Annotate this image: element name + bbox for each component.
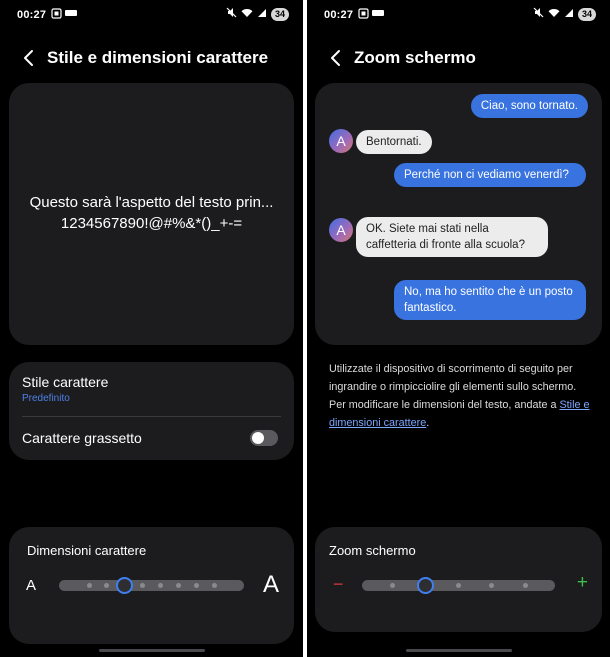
zoom-description-end: . (426, 417, 430, 429)
slider-step-dot (86, 583, 92, 588)
font-size-slider[interactable] (59, 577, 244, 594)
status-icons: 34 (533, 7, 596, 21)
avatar: A (329, 129, 353, 153)
divider (22, 416, 281, 417)
screen-zoom-card: Zoom schermo − + (315, 527, 602, 632)
toggle-knob (252, 432, 264, 444)
page-title: Zoom schermo (354, 48, 476, 67)
status-bar: 00:27 34 (0, 0, 303, 32)
smaller-font-label: A (26, 577, 37, 594)
chat-bubble-received: Bentornati. (356, 130, 432, 154)
screenshot-notification-icon (358, 8, 369, 19)
slider-step-dot (104, 583, 110, 588)
font-style-screen: 00:27 34 Stile e dimensioni carattere Qu… (0, 0, 303, 657)
battery-icon: 34 (577, 7, 596, 21)
chat-bubble-sent: Ciao, sono tornato. (470, 94, 588, 118)
slider-thumb[interactable] (416, 577, 434, 594)
chat-bubble-sent: No, ma ho sentito che è un posto fantast… (394, 280, 586, 320)
mute-icon (226, 7, 237, 21)
app-bar: Zoom schermo (307, 40, 610, 76)
slider-step-dot (389, 583, 395, 588)
slider-step-dot (456, 583, 461, 588)
app-bar: Stile e dimensioni carattere (0, 40, 303, 76)
chat-bubble-received: OK. Siete mai stati nella caffetteria di… (356, 217, 548, 257)
preview-characters: 1234567890!@#%&*()_+-= (60, 215, 243, 232)
bold-font-toggle[interactable] (250, 430, 278, 446)
zoom-preview-card: Ciao, sono tornato. A Bentornati. Perché… (315, 83, 602, 345)
signal-icon (257, 8, 267, 21)
signal-icon (564, 8, 574, 21)
slider-step-dot (522, 583, 528, 588)
status-bar: 00:27 34 (307, 0, 610, 32)
slider-step-dot (489, 583, 495, 588)
zoom-description: Utilizzate il dispositivo di scorrimento… (329, 360, 594, 432)
plus-icon[interactable]: + (577, 573, 588, 592)
mute-icon (533, 7, 544, 21)
slider-step-dot (140, 583, 146, 588)
screen-zoom-screen: 00:27 34 Zoom schermo Ciao, sono tornato… (307, 0, 610, 657)
slider-step-dot (157, 583, 163, 588)
slider-step-dot (193, 583, 199, 588)
preview-text: Questo sarà l'aspetto del testo prin... (29, 194, 274, 211)
font-preview-card: Questo sarà l'aspetto del testo prin... … (9, 83, 294, 345)
minus-icon[interactable]: − (333, 575, 344, 593)
screen-zoom-title: Zoom schermo (329, 543, 416, 558)
screenshot-notification-icon (51, 8, 62, 19)
chat-bubble-sent: Perché non ci vediamo venerdì? (394, 163, 586, 187)
screen-zoom-slider[interactable] (362, 577, 555, 594)
wifi-icon (548, 8, 560, 21)
slider-thumb[interactable] (116, 577, 134, 594)
font-style-label: Stile carattere (22, 374, 109, 390)
font-size-title: Dimensioni carattere (27, 543, 147, 558)
slider-step-dot (211, 583, 217, 588)
back-arrow-icon[interactable] (18, 47, 40, 69)
wifi-icon (241, 8, 253, 21)
back-arrow-icon[interactable] (325, 47, 347, 69)
slider-step-dot (175, 583, 181, 588)
status-time: 00:27 (324, 9, 354, 21)
zoom-description-text: Utilizzate il dispositivo di scorrimento… (329, 363, 577, 411)
avatar: A (329, 218, 353, 242)
larger-font-label: A (262, 571, 279, 598)
home-indicator (98, 649, 205, 652)
home-indicator (405, 649, 512, 652)
status-time: 00:27 (17, 9, 47, 21)
font-size-card: Dimensioni carattere A A (9, 527, 294, 644)
font-style-value: Predefinito (22, 393, 70, 404)
battery-icon: 34 (270, 7, 289, 21)
page-title: Stile e dimensioni carattere (47, 48, 269, 67)
dolby-notification-icon (372, 8, 384, 19)
bold-font-label: Carattere grassetto (22, 430, 142, 446)
dolby-notification-icon (65, 8, 77, 19)
status-icons: 34 (226, 7, 289, 21)
font-settings-card: Stile carattere Predefinito Carattere gr… (9, 362, 294, 460)
